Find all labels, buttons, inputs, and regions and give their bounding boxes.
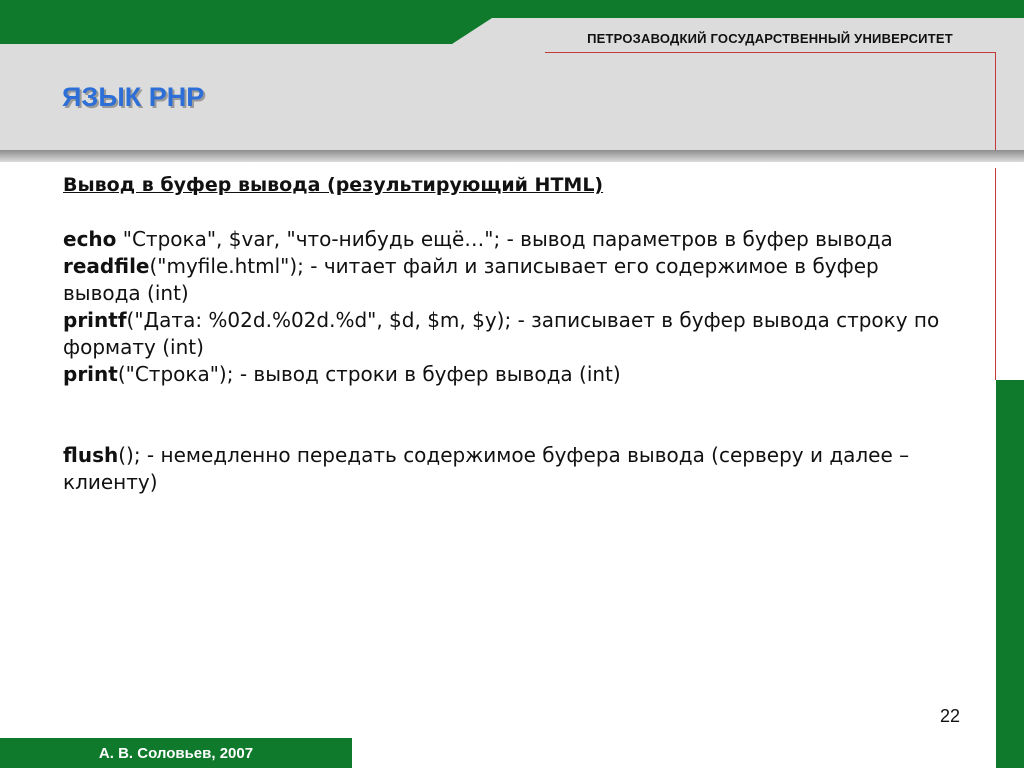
item-description: "Строка", $var, "что-нибудь ещё…"; - выв…: [116, 227, 893, 251]
slide-content: Вывод в буфер вывода (результирующий HTM…: [63, 172, 943, 496]
list-item: readfile("myfile.html"); - читает файл и…: [63, 253, 943, 307]
university-name: ПЕТРОЗАВОДКИЙ ГОСУДАРСТВЕННЫЙ УНИВЕРСИТЕ…: [587, 31, 953, 46]
item-description: ("Дата: %02d.%02d.%d", $d, $m, $y); - за…: [63, 308, 940, 359]
accent-line-horizontal: [545, 52, 995, 53]
list-item: echo "Строка", $var, "что-нибудь ещё…"; …: [63, 226, 943, 253]
accent-line-vertical: [995, 52, 996, 150]
item-description: (); - немедленно передать содержимое буф…: [63, 443, 910, 494]
list-item: flush(); - немедленно передать содержимо…: [63, 442, 943, 496]
keyword-flush: flush: [63, 443, 119, 467]
accent-line-vertical-lower: [995, 168, 996, 380]
list-item: printf("Дата: %02d.%02d.%d", $d, $m, $y)…: [63, 307, 943, 361]
item-description: ("Строка"); - вывод строки в буфер вывод…: [117, 362, 621, 386]
page-number: 22: [939, 706, 961, 726]
keyword-printf: printf: [63, 308, 127, 332]
keyword-readfile: readfile: [63, 254, 150, 278]
item-description: ("myfile.html"); - читает файл и записыв…: [63, 254, 879, 305]
slide: ПЕТРОЗАВОДКИЙ ГОСУДАРСТВЕННЫЙ УНИВЕРСИТЕ…: [0, 0, 1024, 768]
list-item: print("Строка"); - вывод строки в буфер …: [63, 361, 943, 388]
side-green-bar: [996, 380, 1024, 768]
section-heading: Вывод в буфер вывода (результирующий HTM…: [63, 174, 604, 196]
keyword-print: print: [63, 362, 118, 386]
header-shadow: [0, 150, 1024, 162]
footer-author: А. В. Соловьев, 2007: [98, 745, 254, 762]
keyword-echo: echo: [63, 227, 117, 251]
slide-title: ЯЗЫК PHP: [62, 82, 205, 112]
